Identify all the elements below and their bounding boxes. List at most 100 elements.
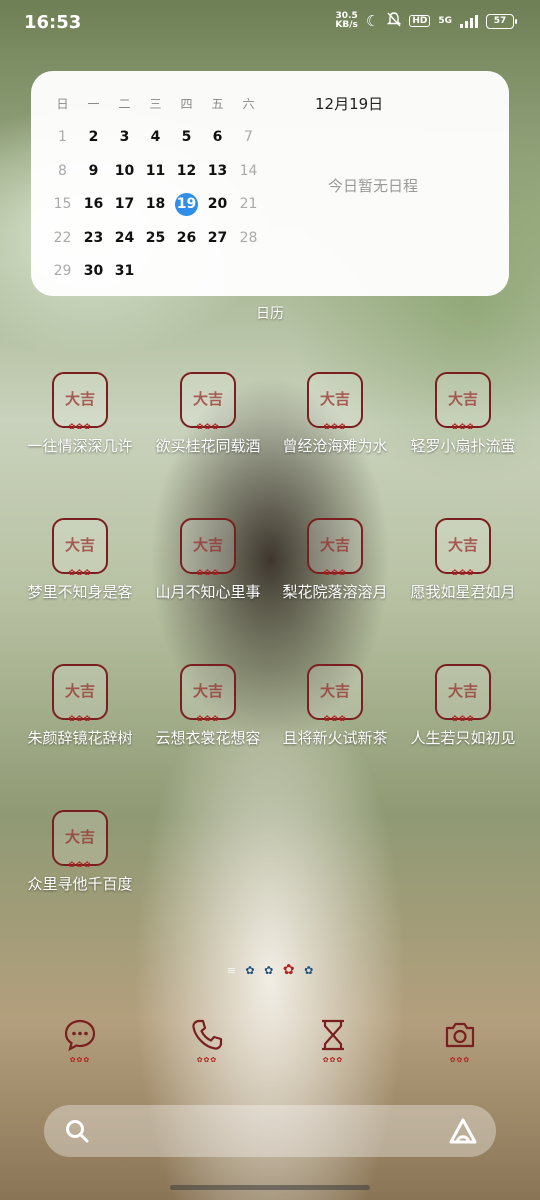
calendar-day[interactable]: 27 xyxy=(202,230,233,246)
calendar-day-number: 5 xyxy=(181,129,192,146)
dock-camera[interactable]: ✿✿✿ xyxy=(430,1018,490,1064)
calendar-day[interactable]: 18 xyxy=(140,196,171,212)
calendar-day[interactable]: 8 xyxy=(47,163,78,179)
calendar-day[interactable]: 6 xyxy=(202,129,233,145)
calendar-day[interactable]: 11 xyxy=(140,163,171,179)
calendar-day[interactable]: 12 xyxy=(171,163,202,179)
calendar-day[interactable]: 23 xyxy=(78,230,109,246)
app-icon: 大吉 ✿✿✿ xyxy=(52,664,108,723)
calendar-day[interactable]: 15 xyxy=(47,196,78,212)
no-events-text: 今日暂无日程 xyxy=(328,177,419,195)
app-shortcut[interactable]: 大吉 ✿✿✿ 众里寻他千百度 xyxy=(25,810,135,895)
page-dot-icon: ✿ xyxy=(304,964,314,977)
page-dot-active-icon: ✿ xyxy=(282,962,295,978)
app-icon: 大吉 ✿✿✿ xyxy=(52,518,108,577)
calendar-widget-label: 日历 xyxy=(256,306,284,322)
calendar-day-number: 7 xyxy=(244,129,253,146)
calendar-day[interactable]: 14 xyxy=(233,163,264,179)
calendar-day[interactable]: 24 xyxy=(109,230,140,246)
calendar-day[interactable]: 2 xyxy=(78,129,109,145)
calendar-day[interactable]: 10 xyxy=(109,163,140,179)
weekday-label: 一 xyxy=(87,96,100,111)
assistant-icon[interactable] xyxy=(448,1117,478,1149)
calendar-day-number: 19 xyxy=(175,192,198,216)
dock-decoration: ✿✿✿ xyxy=(449,1056,471,1064)
calendar-day[interactable]: 19 xyxy=(171,192,202,216)
app-icon: 大吉 ✿✿✿ xyxy=(52,372,108,431)
calendar-week-row: 22 23 24 25 26 27 28 xyxy=(47,221,297,255)
calendar-day[interactable]: 4 xyxy=(140,129,171,145)
home-indicator[interactable] xyxy=(170,1185,370,1190)
calendar-day-number: 1 xyxy=(58,129,67,146)
calendar-day[interactable]: 25 xyxy=(140,230,171,246)
app-shortcut[interactable]: 大吉 ✿✿✿ 山月不知心里事 xyxy=(153,518,263,603)
app-label: 人生若只如初见 xyxy=(410,729,516,747)
app-shortcut[interactable]: 大吉 ✿✿✿ 轻罗小扇扑流萤 xyxy=(408,372,518,457)
calendar-day[interactable]: 9 xyxy=(78,163,109,179)
app-shortcut[interactable]: 大吉 ✿✿✿ 人生若只如初见 xyxy=(408,664,518,749)
moon-icon: ☾ xyxy=(365,12,380,30)
app-shortcut[interactable]: 大吉 ✿✿✿ 梦里不知身是客 xyxy=(25,518,135,603)
calendar-month-grid: 日 一 二 三 四 五 六 1 2 3 4 5 6 7 8 9 10 11 12 13 14 15 16 17 1… xyxy=(47,87,297,288)
flower-decoration-icon: ✿✿✿ xyxy=(196,714,220,723)
calendar-day-number: 31 xyxy=(114,263,135,280)
app-shortcut[interactable]: 大吉 ✿✿✿ 云想衣裳花想容 xyxy=(153,664,263,749)
dock-messages[interactable]: ✿✿✿ xyxy=(50,1018,110,1064)
status-bar: 16:53 30.5 KB/s ☾ HD 5G 57 xyxy=(0,0,540,46)
calendar-day-number: 10 xyxy=(114,162,135,179)
calendar-day[interactable]: 16 xyxy=(78,196,109,212)
calendar-day[interactable]: 21 xyxy=(233,196,264,212)
flower-decoration-icon: ✿✿✿ xyxy=(68,860,92,869)
app-shortcut[interactable]: 大吉 ✿✿✿ 欲买桂花同载酒 xyxy=(153,372,263,457)
calendar-day-number: 28 xyxy=(239,229,258,246)
search-bar[interactable] xyxy=(44,1105,496,1157)
calendar-day-number: 26 xyxy=(176,229,197,246)
calendar-day[interactable]: 13 xyxy=(202,163,233,179)
calendar-day-number: 17 xyxy=(114,196,135,213)
calendar-day[interactable]: 31 xyxy=(109,263,140,279)
calendar-day[interactable]: 22 xyxy=(47,230,78,246)
calendar-day[interactable]: 20 xyxy=(202,196,233,212)
calendar-day[interactable]: 29 xyxy=(47,263,78,279)
phone-icon xyxy=(192,1019,223,1050)
signal-icon xyxy=(460,14,478,28)
app-icon-glyph: 大吉 xyxy=(319,682,350,700)
calendar-day[interactable]: 17 xyxy=(109,196,140,212)
flower-decoration-icon: ✿✿✿ xyxy=(323,422,347,431)
app-shortcut[interactable]: 大吉 ✿✿✿ 愿我如星君如月 xyxy=(408,518,518,603)
calendar-day[interactable]: 5 xyxy=(171,129,202,145)
calendar-day-number: 20 xyxy=(207,196,228,213)
app-shortcut[interactable]: 大吉 ✿✿✿ 朱颜辞镜花辞树 xyxy=(25,664,135,749)
flower-decoration-icon: ✿✿✿ xyxy=(323,714,347,723)
calendar-widget[interactable]: 日 一 二 三 四 五 六 1 2 3 4 5 6 7 8 9 10 11 12 13 14 15 16 17 1… xyxy=(31,71,509,296)
network-speed: 30.5 KB/s xyxy=(335,11,358,30)
calendar-day[interactable]: 26 xyxy=(171,230,202,246)
calendar-day[interactable]: 1 xyxy=(47,129,78,145)
mute-bell-icon xyxy=(387,12,402,30)
calendar-day[interactable]: 28 xyxy=(233,230,264,246)
app-icon-glyph: 大吉 xyxy=(447,536,478,554)
clock: 16:53 xyxy=(24,12,82,33)
calendar-week-row: 8 9 10 11 12 13 14 xyxy=(47,154,297,188)
page-indicator[interactable]: ≡ ✿ ✿ ✿ ✿ xyxy=(0,962,540,978)
app-icon-glyph: 大吉 xyxy=(192,682,223,700)
dock-phone[interactable]: ✿✿✿ xyxy=(177,1018,237,1064)
app-shortcut[interactable]: 大吉 ✿✿✿ 曾经沧海难为水 xyxy=(280,372,390,457)
app-shortcut[interactable]: 大吉 ✿✿✿ 且将新火试新茶 xyxy=(280,664,390,749)
app-icon: 大吉 ✿✿✿ xyxy=(307,664,363,723)
app-icon: 大吉 ✿✿✿ xyxy=(435,372,491,431)
app-label: 欲买桂花同载酒 xyxy=(155,437,261,455)
app-shortcut[interactable]: 大吉 ✿✿✿ 梨花院落溶溶月 xyxy=(280,518,390,603)
calendar-day[interactable]: 30 xyxy=(78,263,109,279)
calendar-day-number: 25 xyxy=(145,229,166,246)
app-icon: 大吉 ✿✿✿ xyxy=(52,810,108,869)
app-label: 且将新火试新茶 xyxy=(282,729,388,747)
weekday-label: 三 xyxy=(149,96,162,111)
calendar-day[interactable]: 3 xyxy=(109,129,140,145)
search-icon[interactable] xyxy=(64,1118,90,1148)
app-shortcut[interactable]: 大吉 ✿✿✿ 一往情深深几许 xyxy=(25,372,135,457)
dock-clock[interactable]: ✿✿✿ xyxy=(303,1018,363,1064)
selected-date: 12月19日 xyxy=(315,95,384,113)
calendar-day[interactable]: 7 xyxy=(233,129,264,145)
flower-decoration-icon: ✿✿✿ xyxy=(68,422,92,431)
